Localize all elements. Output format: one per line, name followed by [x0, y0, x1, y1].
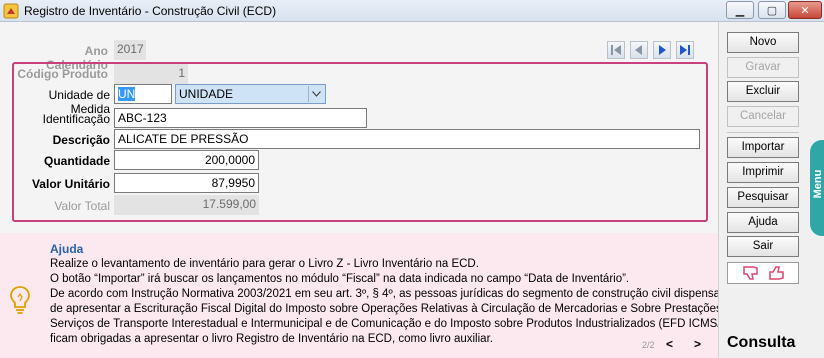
excluir-button[interactable]: Excluir: [727, 81, 799, 102]
menu-tab[interactable]: Menu: [810, 140, 824, 236]
quantidade-input[interactable]: 200,0000: [114, 150, 259, 170]
descricao-input[interactable]: ALICATE DE PRESSÃO: [114, 129, 700, 149]
window-title: Registro de Inventário - Construção Civi…: [24, 4, 277, 18]
pesquisar-button[interactable]: Pesquisar: [727, 187, 799, 208]
help-title: Ajuda: [50, 242, 84, 256]
close-icon: ✕: [800, 4, 810, 17]
unidade-select[interactable]: UNIDADE: [175, 84, 326, 104]
next-record-button[interactable]: [653, 41, 671, 59]
help-line: Serviços de Transporte Interestadual e I…: [50, 318, 739, 330]
close-button[interactable]: ✕: [788, 1, 822, 19]
help-next-button[interactable]: >: [694, 337, 701, 351]
novo-button[interactable]: Novo: [727, 32, 799, 53]
maximize-button[interactable]: ▢: [758, 1, 786, 19]
app-icon: [3, 3, 19, 19]
thumbs-up-icon[interactable]: [768, 265, 786, 281]
valor-unitario-label: Valor Unitário: [31, 177, 110, 191]
sidebar-divider: [727, 132, 799, 133]
first-record-button[interactable]: [607, 41, 625, 59]
help-page-count: 2/2: [642, 340, 655, 350]
valor-total-label: Valor Total: [54, 199, 110, 213]
identificacao-label: Identificação: [42, 112, 110, 126]
dropdown-arrow-icon: [308, 86, 324, 102]
minimize-icon: ▁: [735, 4, 745, 17]
cancelar-button[interactable]: Cancelar: [727, 106, 799, 127]
descricao-label: Descrição: [52, 133, 110, 147]
importar-button[interactable]: Importar: [727, 137, 799, 158]
help-line: de apresentar a Escrituração Fiscal Digi…: [50, 303, 738, 315]
first-record-icon: [611, 45, 621, 55]
lightbulb-icon: [10, 286, 30, 314]
gravar-button[interactable]: Gravar: [727, 57, 799, 78]
menu-tab-label: Menu: [812, 169, 824, 199]
main-panel: Ano Calendário 2017 Código Produto 1 Uni…: [0, 22, 739, 358]
feedback-box: [727, 262, 799, 284]
maximize-icon: ▢: [766, 4, 778, 17]
quantidade-label: Quantidade: [43, 154, 110, 168]
help-line: ficam obrigadas a apresentar o livro Reg…: [50, 333, 493, 345]
ajuda-button[interactable]: Ajuda: [727, 212, 799, 233]
valor-total-field: 17.599,00: [114, 195, 259, 215]
help-line: Realize o levantamento de inventário par…: [50, 258, 479, 270]
ano-calendario-field: 2017: [114, 40, 146, 60]
prev-record-button[interactable]: [630, 41, 648, 59]
unidade-code-value: UN: [118, 87, 136, 101]
action-sidebar: Novo Gravar Excluir Cancelar Importar Im…: [718, 22, 824, 358]
thumbs-down-icon[interactable]: [742, 265, 760, 281]
help-prev-button[interactable]: <: [666, 337, 673, 351]
sair-button[interactable]: Sair: [727, 236, 799, 257]
identificacao-input[interactable]: ABC-123: [114, 108, 367, 128]
title-bar: Registro de Inventário - Construção Civi…: [0, 0, 824, 22]
mode-label: Consulta: [727, 334, 796, 351]
codigo-produto-label: Código Produto: [17, 67, 108, 81]
last-record-icon: [680, 45, 690, 55]
prev-record-icon: [635, 45, 642, 55]
help-line: De acordo com Instrução Normativa 2003/2…: [50, 288, 739, 300]
last-record-button[interactable]: [676, 41, 694, 59]
unidade-code-input[interactable]: UN: [114, 84, 172, 104]
imprimir-button[interactable]: Imprimir: [727, 162, 799, 183]
valor-unitario-input[interactable]: 87,9950: [114, 173, 259, 193]
codigo-produto-field: 1: [114, 64, 188, 84]
unidade-select-value: UNIDADE: [179, 87, 234, 101]
help-line: O botão “Importar” irá buscar os lançame…: [50, 273, 630, 285]
next-record-icon: [659, 45, 666, 55]
minimize-button[interactable]: ▁: [726, 1, 754, 19]
help-panel: Ajuda Realize o levantamento de inventár…: [0, 233, 739, 358]
